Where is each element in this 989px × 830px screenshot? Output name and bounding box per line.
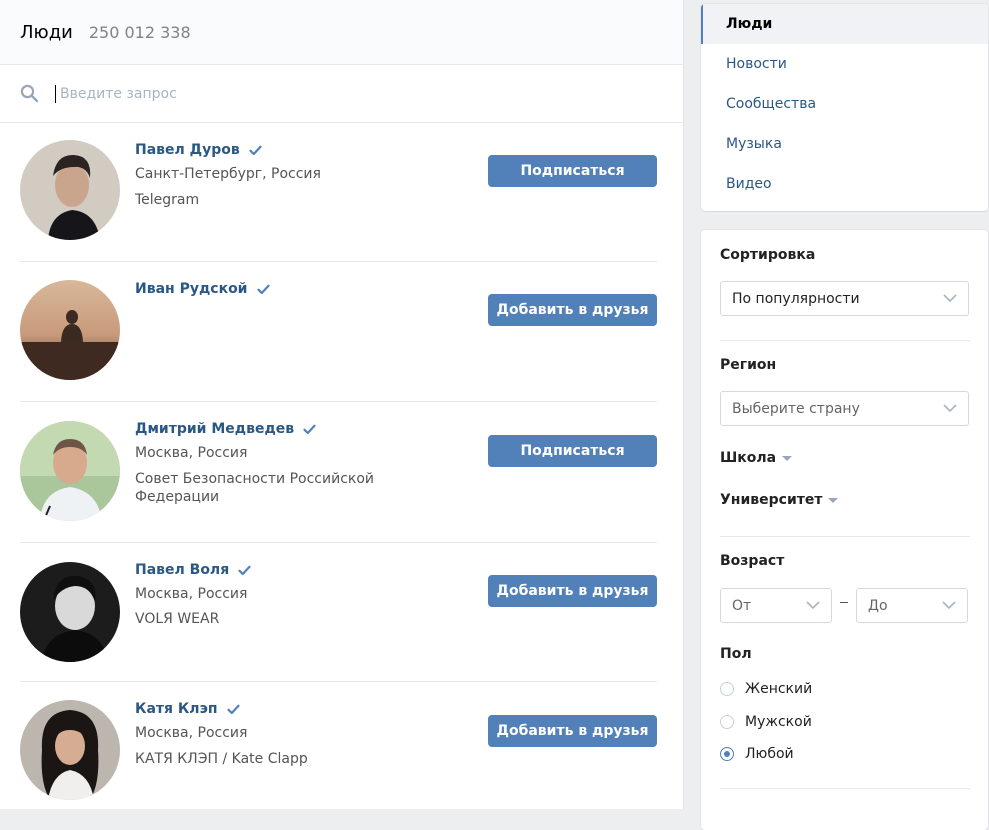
radio-circle <box>720 715 734 729</box>
list-item: Дмитрий Медведев Москва, Россия Совет Бе… <box>20 402 657 543</box>
sort-label: Сортировка <box>720 247 816 263</box>
school-filter-toggle[interactable]: Школа <box>720 450 793 466</box>
university-filter-toggle[interactable]: Университет <box>720 492 839 508</box>
region-label: Регион <box>720 357 777 373</box>
menu-item-communities[interactable]: Сообщества <box>701 84 988 124</box>
subscribe-button[interactable]: Подписаться <box>488 155 657 187</box>
school-label: Школа <box>720 450 777 466</box>
page-title: Люди <box>20 21 73 43</box>
gender-radio-female[interactable]: Женский <box>720 681 812 697</box>
chevron-down-icon <box>942 601 956 610</box>
people-search-panel: Люди 250 012 338 Введите запрос Павел Ду… <box>0 0 684 809</box>
divider <box>720 788 970 789</box>
subscribe-button[interactable]: Подписаться <box>488 435 657 467</box>
verified-check-icon <box>249 145 262 155</box>
chevron-down-icon <box>943 294 957 303</box>
person-name[interactable]: Катя Клэп <box>135 701 218 717</box>
person-occupation: Telegram <box>135 192 200 208</box>
country-placeholder: Выберите страну <box>732 400 860 417</box>
search-input[interactable] <box>58 84 622 103</box>
person-name[interactable]: Павел Дуров <box>135 142 240 158</box>
person-occupation: Совет Безопасности Российской <box>135 471 375 487</box>
radio-label: Женский <box>745 681 813 697</box>
range-dash <box>840 602 848 603</box>
list-item: Иван Рудской Добавить в друзья <box>20 262 657 402</box>
search-section-menu: Люди Новости Сообщества Музыка Видео <box>701 4 988 211</box>
verified-check-icon <box>256 284 270 294</box>
person-occupation: КАТЯ КЛЭП / Kate Clapp <box>135 751 308 767</box>
person-name[interactable]: Иван Рудской <box>135 281 248 297</box>
menu-item-video[interactable]: Видео <box>701 164 988 204</box>
radio-label: Любой <box>745 746 794 762</box>
person-occupation: VOLЯ WEAR <box>135 611 220 627</box>
verified-check-icon <box>238 565 251 575</box>
search-bar[interactable] <box>0 65 683 123</box>
menu-item-news[interactable]: Новости <box>701 44 988 84</box>
person-city: Санкт-Петербург, Россия <box>135 166 321 182</box>
person-city: Москва, Россия <box>135 725 248 741</box>
gender-radio-male[interactable]: Мужской <box>720 714 812 730</box>
person-occupation: Федерации <box>135 489 220 505</box>
menu-item-people[interactable]: Люди <box>701 4 988 44</box>
add-friend-button[interactable]: Добавить в друзья <box>488 715 657 747</box>
avatar[interactable] <box>20 700 120 800</box>
verified-check-icon <box>226 704 240 714</box>
triangle-down-icon <box>782 455 793 461</box>
chevron-down-icon <box>806 601 820 610</box>
add-friend-button[interactable]: Добавить в друзья <box>488 294 657 326</box>
person-name[interactable]: Павел Воля <box>135 562 229 578</box>
divider <box>720 340 970 341</box>
country-select[interactable]: Выберите страну <box>720 391 969 426</box>
gender-label: Пол <box>720 646 752 662</box>
list-item: Павел Дуров Санкт-Петербург, Россия Tele… <box>20 123 657 262</box>
menu-item-music[interactable]: Музыка <box>701 124 988 164</box>
university-label: Университет <box>720 492 823 508</box>
person-name[interactable]: Дмитрий Медведев <box>135 421 294 437</box>
avatar[interactable] <box>20 562 120 662</box>
list-item: Катя Клэп Москва, Россия КАТЯ КЛЭП / Kat… <box>20 682 657 809</box>
radio-circle <box>720 682 734 696</box>
age-from-value: От <box>732 597 752 614</box>
avatar[interactable] <box>20 140 120 240</box>
search-filters: Сортировка По популярности Регион Выбери… <box>701 230 988 830</box>
divider <box>720 536 970 537</box>
page-header: Люди 250 012 338 <box>0 0 683 65</box>
triangle-down-icon <box>828 497 839 503</box>
sort-select[interactable]: По популярности <box>720 281 969 316</box>
radio-label: Мужской <box>745 714 812 730</box>
chevron-down-icon <box>943 404 957 413</box>
avatar[interactable] <box>20 280 120 380</box>
results-count: 250 012 338 <box>88 22 191 42</box>
verified-check-icon <box>303 424 316 434</box>
search-icon <box>20 84 39 103</box>
list-item: Павел Воля Москва, Россия VOLЯ WEAR Доба… <box>20 543 657 682</box>
age-to-select[interactable]: До <box>856 588 968 623</box>
add-friend-button[interactable]: Добавить в друзья <box>488 575 657 607</box>
people-list: Павел Дуров Санкт-Петербург, Россия Tele… <box>0 123 683 809</box>
avatar[interactable] <box>20 421 120 521</box>
text-cursor <box>55 84 56 103</box>
radio-circle-selected <box>720 747 734 761</box>
age-to-value: До <box>868 597 888 614</box>
person-city: Москва, Россия <box>135 445 248 461</box>
age-label: Возраст <box>720 553 785 569</box>
age-from-select[interactable]: От <box>720 588 832 623</box>
sort-value: По популярности <box>732 290 860 307</box>
person-city: Москва, Россия <box>135 586 248 602</box>
gender-radio-any[interactable]: Любой <box>720 746 794 762</box>
